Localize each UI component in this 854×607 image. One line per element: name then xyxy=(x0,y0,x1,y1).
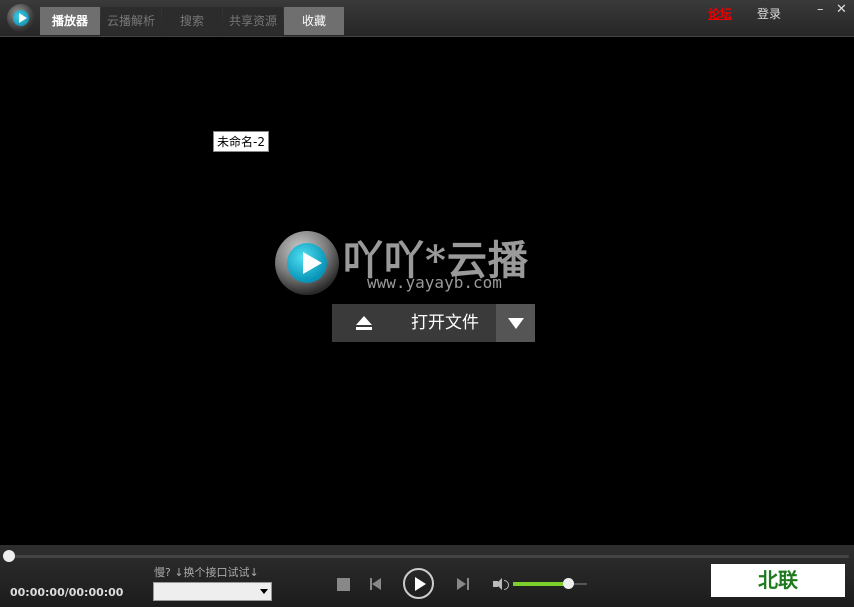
previous-button[interactable] xyxy=(370,578,382,590)
play-icon xyxy=(415,577,426,591)
app-logo-icon xyxy=(7,4,35,32)
close-button[interactable]: ✕ xyxy=(836,2,847,17)
interface-select[interactable] xyxy=(153,582,272,601)
next-icon xyxy=(467,578,469,590)
tab-cloud-parse[interactable]: 云播解析 xyxy=(101,7,161,35)
seek-bar[interactable] xyxy=(9,555,849,558)
eject-icon[interactable] xyxy=(332,304,394,342)
login-link[interactable]: 登录 xyxy=(757,5,781,22)
tab-search[interactable]: 搜索 xyxy=(162,7,222,35)
control-bar: 00:00:00/00:00:00 慢? ↓换个接口试试↓ 北联 xyxy=(0,545,854,607)
open-file-group: 打开文件 xyxy=(332,304,535,342)
volume-level xyxy=(513,582,569,586)
brand-url: www.yayayb.com xyxy=(367,273,502,292)
minimize-button[interactable]: – xyxy=(817,2,824,17)
ad-banner[interactable]: 北联 xyxy=(711,564,845,597)
tab-player[interactable]: 播放器 xyxy=(40,7,100,35)
file-name-label: 未命名-2 xyxy=(213,131,269,152)
next-button[interactable] xyxy=(457,578,469,590)
chevron-down-icon xyxy=(260,589,268,594)
chevron-down-icon xyxy=(508,318,524,329)
tab-bar: 播放器 云播解析 搜索 共享资源 收藏 xyxy=(40,7,345,35)
interface-hint: 慢? ↓换个接口试试↓ xyxy=(154,566,259,579)
open-file-dropdown-button[interactable] xyxy=(496,304,535,342)
play-logo-icon xyxy=(275,231,339,295)
volume-handle[interactable] xyxy=(563,578,574,589)
seek-handle[interactable] xyxy=(3,550,15,562)
tab-shared-resources[interactable]: 共享资源 xyxy=(223,7,283,35)
forum-link[interactable]: 论坛 xyxy=(708,5,732,22)
stop-button[interactable] xyxy=(337,578,350,591)
volume-icon[interactable] xyxy=(493,578,509,590)
open-file-button[interactable]: 打开文件 xyxy=(394,304,496,342)
time-display: 00:00:00/00:00:00 xyxy=(10,586,124,599)
brand-logo: 吖吖*云播 www.yayayb.com xyxy=(275,228,595,298)
play-button[interactable] xyxy=(403,568,434,599)
title-bar: 播放器 云播解析 搜索 共享资源 收藏 论坛 登录 – ✕ xyxy=(0,0,854,37)
volume-slider[interactable] xyxy=(513,578,587,589)
tab-favorites[interactable]: 收藏 xyxy=(284,7,344,35)
